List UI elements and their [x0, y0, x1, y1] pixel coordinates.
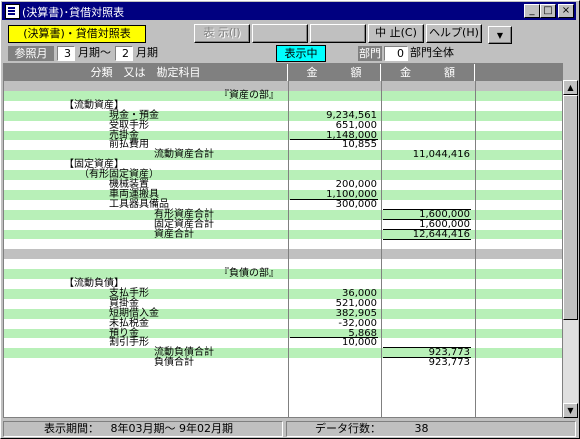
- table-row[interactable]: 未払税金 -32,000: [4, 318, 562, 329]
- help-button[interactable]: ヘルプ(H): [426, 24, 482, 43]
- total-rule: [383, 357, 471, 359]
- to-month-suffix: 月期: [136, 46, 158, 59]
- table-row[interactable]: 機械装置 200,000: [4, 180, 562, 190]
- table-row[interactable]: [4, 239, 562, 249]
- dept-name: 部門全体: [410, 46, 454, 59]
- amount-cell-1: 10,855: [342, 139, 377, 151]
- grid-body: 『資産の部』 【流動資産】 現金・預金 9,234,561 受取手形 651,000 売掛金…: [4, 81, 562, 417]
- account-label: 『資産の部』: [219, 89, 279, 101]
- dept-label: 部門: [358, 46, 382, 61]
- balance-sheet-grid: 分類 又は 勘定科目 金 額 金 額 『資産の部』 【流動資産】 現金・預金 9,23…: [3, 63, 563, 418]
- blank-button-1[interactable]: [252, 24, 308, 43]
- app-icon[interactable]: [5, 4, 20, 19]
- options-dropdown[interactable]: ▼: [488, 26, 512, 44]
- arrow-down-icon: ▼: [567, 406, 574, 415]
- arrow-up-icon: ▲: [567, 83, 574, 92]
- header-amount-1: 金 額: [288, 64, 381, 81]
- table-row[interactable]: 【流動資産】: [4, 100, 562, 111]
- total-rule: [383, 347, 471, 349]
- total-rule: [383, 228, 471, 230]
- subtotal-rule: [290, 139, 378, 141]
- table-row[interactable]: 短期借入金 382,905: [4, 308, 562, 319]
- period-label: 参照月: [8, 46, 54, 61]
- table-row[interactable]: 売掛金 1,148,000: [4, 130, 562, 141]
- status-count: データ行数： 38: [286, 421, 576, 437]
- window-title: (決算書)･貸借対照表: [22, 6, 125, 19]
- subtotal-rule: [290, 337, 378, 339]
- account-label: 資産合計: [154, 228, 194, 240]
- maximize-button[interactable]: □: [540, 4, 556, 18]
- table-row[interactable]: 買掛金 521,000: [4, 298, 562, 309]
- total-rule: [383, 218, 471, 220]
- table-row[interactable]: 工具器具備品 300,000: [4, 198, 562, 210]
- column-divider: [288, 81, 289, 417]
- total-rule: [383, 208, 471, 210]
- report-type-label: (決算書)・貸借対照表: [8, 25, 146, 43]
- subtotal-rule: [290, 198, 378, 200]
- column-divider: [381, 81, 382, 417]
- account-label: 前払費用: [109, 139, 149, 151]
- minimize-button[interactable]: _: [524, 4, 540, 18]
- vertical-scrollbar[interactable]: ▲ ▼: [563, 80, 578, 418]
- table-row[interactable]: [4, 249, 562, 260]
- to-month-field[interactable]: 2: [115, 46, 133, 61]
- table-row[interactable]: 負債合計 923,773: [4, 357, 562, 369]
- table-row[interactable]: 固定資産合計 1,600,000: [4, 218, 562, 230]
- dept-field[interactable]: 0: [384, 46, 408, 61]
- header-amount-2: 金 額: [381, 64, 475, 81]
- table-row[interactable]: 車両運搬具 1,100,000: [4, 189, 562, 200]
- column-divider: [475, 81, 476, 417]
- table-row[interactable]: （有形固定資産）: [4, 170, 562, 180]
- account-label: 負債合計: [154, 357, 194, 369]
- amount-cell-2: 11,044,416: [412, 149, 470, 161]
- table-row[interactable]: 【流動負債】: [4, 279, 562, 289]
- header-extra: [475, 64, 562, 81]
- status-period-value: 8年03月期～ 9年02月期: [110, 422, 234, 435]
- table-row[interactable]: 受取手形 651,000: [4, 120, 562, 131]
- chevron-down-icon: ▼: [496, 31, 504, 40]
- table-row[interactable]: 現金・預金 9,234,561: [4, 110, 562, 121]
- title-bar: (決算書)･貸借対照表 _ □ ×: [2, 2, 576, 20]
- status-count-value: 38: [414, 422, 429, 435]
- status-count-label: データ行数：: [315, 422, 381, 435]
- amount-cell-2: 923,773: [428, 357, 470, 369]
- displaying-badge: 表示中: [276, 45, 326, 62]
- scroll-thumb[interactable]: [563, 95, 578, 320]
- stop-button[interactable]: 中 止(C): [368, 24, 424, 43]
- blank-button-2[interactable]: [310, 24, 366, 43]
- table-row[interactable]: 割引手形 10,000: [4, 337, 562, 349]
- account-label: 流動資産合計: [154, 149, 214, 161]
- from-month-field[interactable]: 3: [57, 46, 75, 61]
- table-row[interactable]: [4, 81, 562, 91]
- status-period: 表示期間： 8年03月期～ 9年02月期: [3, 421, 283, 437]
- table-row[interactable]: 預り金 5,868: [4, 328, 562, 339]
- table-row[interactable]: 有形資産合計 1,600,000: [4, 208, 562, 220]
- account-label: 『負債の部』: [219, 268, 279, 280]
- scroll-up-button[interactable]: ▲: [563, 80, 578, 95]
- display-button[interactable]: 表 示(I): [194, 24, 250, 43]
- amount-cell-1: 10,000: [342, 337, 377, 349]
- from-month-suffix: 月期～: [78, 46, 111, 59]
- scroll-down-button[interactable]: ▼: [563, 403, 578, 418]
- table-row[interactable]: 前払費用 10,855: [4, 139, 562, 151]
- table-row[interactable]: 資産合計 12,644,416: [4, 228, 562, 240]
- account-label: 割引手形: [109, 337, 149, 349]
- header-account: 分類 又は 勘定科目: [4, 64, 288, 81]
- table-row[interactable]: 支払手形 36,000: [4, 288, 562, 299]
- table-row[interactable]: [4, 259, 562, 269]
- status-period-label: 表示期間：: [44, 422, 99, 435]
- table-row[interactable]: 流動負債合計 923,773: [4, 347, 562, 359]
- close-button[interactable]: ×: [558, 4, 574, 18]
- amount-cell-1: 300,000: [335, 198, 377, 210]
